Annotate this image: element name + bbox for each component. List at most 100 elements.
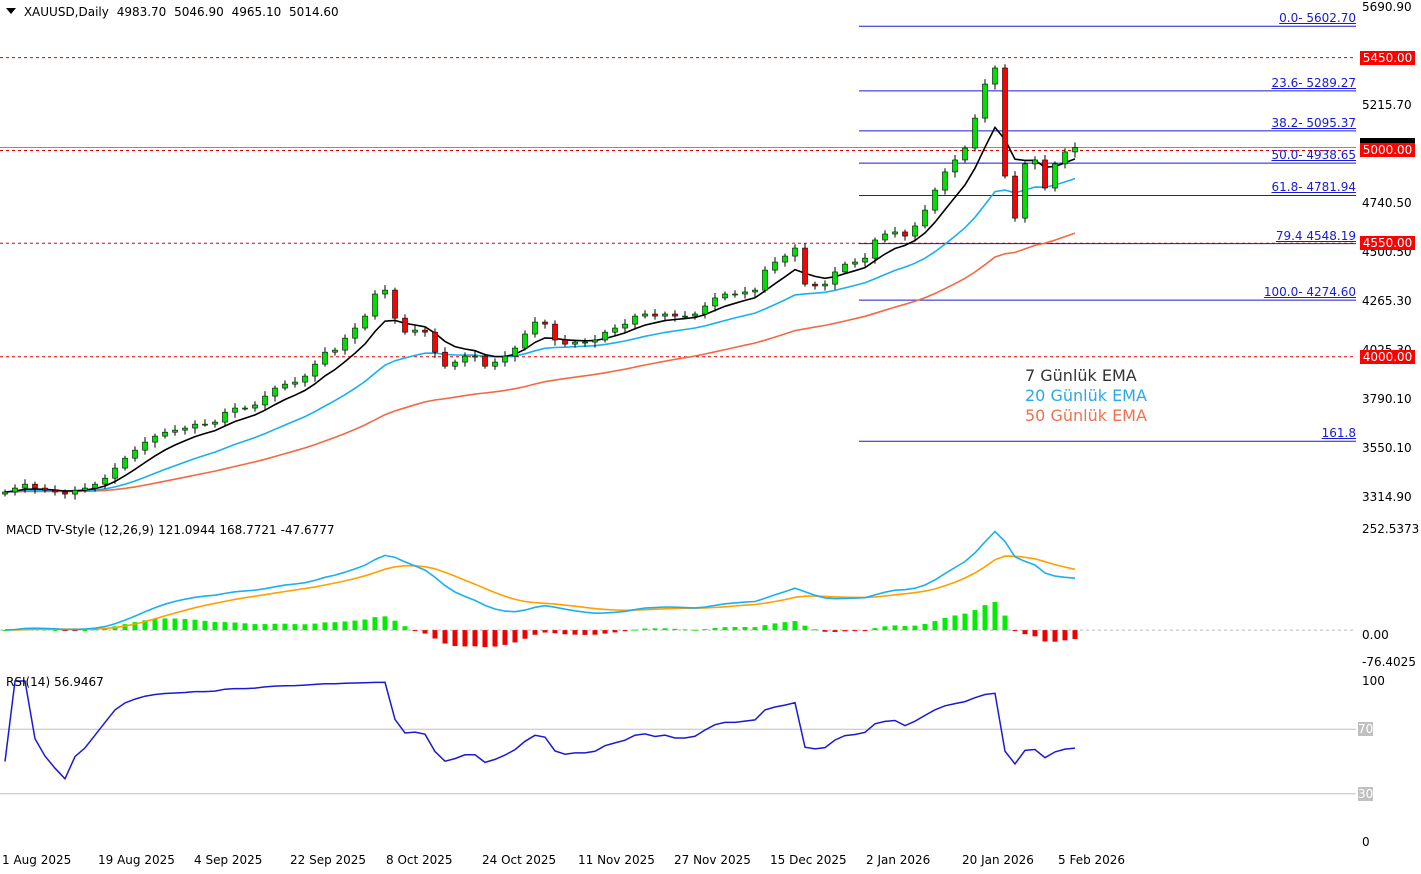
candle-bear — [62, 491, 68, 495]
candle-bull — [1062, 151, 1068, 165]
candle-bull — [192, 423, 198, 429]
macd-histogram-bar — [842, 630, 848, 632]
candle-bull — [172, 429, 178, 433]
rsi-line — [4, 680, 1076, 781]
candle-bull — [892, 231, 898, 235]
candle-bull — [962, 147, 968, 161]
candle-bull — [22, 483, 28, 489]
time-axis-label: 22 Sep 2025 — [290, 853, 367, 867]
candle-bull — [582, 341, 588, 344]
macd-histogram-bar — [882, 626, 888, 631]
candle-bull — [142, 441, 148, 451]
macd-histogram-bar — [1072, 630, 1078, 639]
macd-histogram-bar — [462, 630, 468, 647]
candle-bull — [712, 297, 718, 307]
candle-bull — [762, 269, 768, 291]
macd-axis-tick: -76.4025 — [1362, 655, 1416, 669]
candle-bull — [882, 233, 888, 241]
time-axis-label: 24 Oct 2025 — [482, 853, 557, 867]
macd-histogram-bar — [362, 619, 368, 631]
candle-bear — [562, 339, 568, 345]
candle-bull — [232, 407, 238, 413]
legend-ema7: 7 Günlük EMA — [1025, 366, 1137, 385]
candle-bull — [622, 323, 628, 329]
candle-bear — [1012, 175, 1018, 219]
candle-bull — [772, 261, 778, 271]
macd-histogram-bar — [382, 616, 388, 631]
candle-bull — [1032, 159, 1038, 165]
macd-histogram-bar — [632, 629, 638, 631]
candle-bull — [262, 395, 268, 406]
macd-histogram-bar — [862, 630, 868, 632]
macd-signal-value: 168.7721 — [219, 523, 277, 537]
fib-level-label: 0.0- 5602.70 — [1279, 11, 1356, 26]
candle-bull — [612, 327, 618, 333]
macd-histogram-bar — [552, 630, 558, 634]
candle-bull — [722, 293, 728, 299]
macd-histogram-bar — [312, 623, 318, 631]
candle-bear — [52, 489, 58, 493]
macd-histogram-bar — [1012, 630, 1018, 632]
candle-bull — [972, 117, 978, 149]
candle-bull — [292, 381, 298, 385]
macd-histogram-bar — [1062, 630, 1068, 641]
macd-histogram-bar — [372, 617, 378, 631]
macd-histogram-bar — [452, 630, 458, 646]
candle-bull — [952, 159, 958, 173]
candle-bull — [702, 305, 708, 315]
candle-bull — [342, 337, 348, 351]
macd-name: MACD TV-Style (12,26,9) — [6, 523, 155, 537]
candle-bull — [372, 293, 378, 317]
macd-histogram-bar — [152, 619, 158, 631]
price-axis-tick: 4265.30 — [1362, 294, 1412, 308]
candle-bull — [312, 363, 318, 377]
candle-bear — [42, 487, 48, 491]
candle-bull — [592, 339, 598, 343]
macd-histogram-bar — [832, 630, 838, 632]
macd-histogram-bar — [332, 622, 338, 631]
symbol-label: XAUUSD,Daily — [23, 5, 109, 19]
candle-bear — [432, 331, 438, 353]
candle-bull — [322, 351, 328, 365]
macd-histogram-bar — [802, 625, 808, 631]
macd-histogram-bar — [52, 629, 58, 631]
macd-histogram-bar — [532, 630, 538, 635]
candle-bear — [402, 317, 408, 333]
candle-bull — [832, 271, 838, 285]
macd-histogram-bar — [522, 630, 528, 639]
fib-level-label: 23.6- 5289.27 — [1271, 75, 1357, 90]
macd-histogram-bar — [772, 623, 778, 631]
macd-histogram-bar — [182, 619, 188, 631]
macd-histogram-bar — [722, 627, 728, 631]
level-price-tag: 5000.00 — [1360, 143, 1415, 158]
macd-histogram-bar — [202, 620, 208, 631]
candle-bear — [672, 313, 678, 317]
macd-histogram-bar — [412, 630, 418, 632]
candle-bull — [1072, 147, 1078, 153]
macd-histogram-bar — [422, 630, 428, 634]
candle-bull — [912, 225, 918, 237]
macd-histogram-bar — [242, 623, 248, 631]
macd-histogram-bar — [1052, 630, 1058, 642]
macd-histogram-bar — [822, 630, 828, 632]
macd-histogram-bar — [592, 630, 598, 635]
candle-bull — [752, 289, 758, 293]
candle-bull — [302, 375, 308, 383]
macd-histogram-bar — [792, 621, 798, 631]
macd-histogram-bar — [172, 618, 178, 631]
macd-histogram-bar — [702, 629, 708, 631]
candle-bear — [442, 351, 448, 367]
macd-histogram-bar — [1032, 630, 1038, 637]
rsi-axis-tick: 30 — [1358, 786, 1374, 801]
candle-bull — [222, 411, 228, 423]
candle-bull — [942, 171, 948, 191]
macd-histogram-bar — [642, 628, 648, 631]
collapse-triangle-icon[interactable] — [6, 8, 16, 14]
candle-bull — [112, 467, 118, 479]
macd-histogram-bar — [272, 623, 278, 631]
candle-bull — [632, 315, 638, 325]
macd-histogram-bar — [662, 628, 668, 631]
macd-histogram-bar — [582, 630, 588, 635]
legend-ema20: 20 Günlük EMA — [1025, 386, 1147, 405]
time-axis-label: 2 Jan 2026 — [866, 853, 931, 867]
